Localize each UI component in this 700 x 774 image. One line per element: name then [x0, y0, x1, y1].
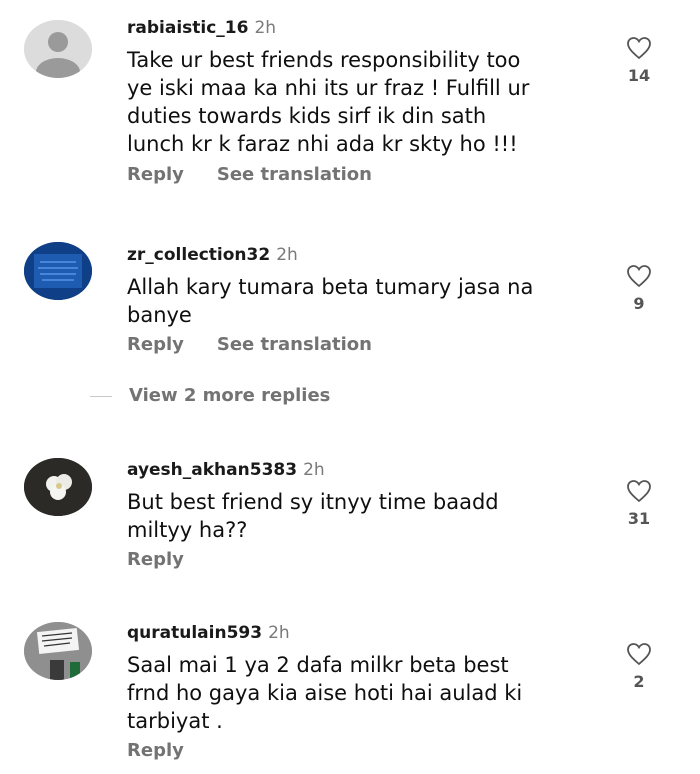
default-avatar-icon — [24, 20, 92, 78]
like-count: 14 — [627, 66, 651, 85]
avatar[interactable] — [24, 242, 92, 300]
like-control: 14 — [620, 36, 658, 85]
view-more-replies[interactable]: View 2 more replies — [90, 385, 490, 407]
calligraphy-avatar-icon — [24, 242, 92, 300]
username-link[interactable]: zr_collection32 — [127, 245, 270, 265]
comment-time: 2h — [276, 245, 298, 265]
comment-username[interactable]: zr_collection32 2h — [127, 245, 298, 265]
comment-text: Allah kary tumara beta tumary jasa na ba… — [127, 275, 534, 327]
reply-button[interactable]: Reply — [127, 740, 184, 761]
flower-avatar-icon — [24, 458, 92, 516]
reply-button[interactable]: Reply — [127, 334, 184, 355]
comment-time: 2h — [268, 623, 290, 643]
heart-outline-icon[interactable] — [626, 264, 652, 288]
like-control: 2 — [620, 642, 658, 691]
comment-actions: Reply See translation — [127, 164, 372, 185]
comment-actions: Reply See translation — [127, 334, 372, 355]
comment-text: Saal mai 1 ya 2 dafa milkr beta best frn… — [127, 653, 523, 733]
heart-outline-icon[interactable] — [626, 479, 652, 503]
view-more-replies-label[interactable]: View 2 more replies — [129, 385, 330, 406]
like-count: 9 — [633, 294, 645, 313]
username-link[interactable]: quratulain593 — [127, 623, 262, 643]
heart-outline-icon[interactable] — [626, 36, 652, 60]
comment-actions: Reply — [127, 740, 184, 761]
comment-username[interactable]: rabiaistic_16 2h — [127, 18, 276, 38]
reply-button[interactable]: Reply — [127, 549, 184, 570]
protest-sign-avatar-icon — [24, 622, 92, 680]
like-count: 31 — [627, 509, 651, 528]
comment-text: Take ur best friends responsibility too … — [127, 48, 530, 156]
see-translation-button[interactable]: See translation — [217, 334, 372, 355]
heart-outline-icon[interactable] — [626, 642, 652, 666]
comment-username[interactable]: ayesh_akhan5383 2h — [127, 460, 325, 480]
username-link[interactable]: rabiaistic_16 — [127, 18, 248, 38]
see-translation-button[interactable]: See translation — [217, 164, 372, 185]
reply-button[interactable]: Reply — [127, 164, 184, 185]
comment-text: But best friend sy itnyy time baadd milt… — [127, 490, 499, 542]
divider-line — [90, 396, 112, 397]
comment-time: 2h — [303, 460, 325, 480]
comment-username[interactable]: quratulain593 2h — [127, 623, 290, 643]
comment-time: 2h — [254, 18, 277, 38]
avatar[interactable] — [24, 458, 92, 516]
like-control: 31 — [620, 479, 658, 528]
like-control: 9 — [620, 264, 658, 313]
like-count: 2 — [633, 672, 645, 691]
avatar[interactable] — [24, 20, 92, 78]
comment-actions: Reply — [127, 549, 184, 570]
username-link[interactable]: ayesh_akhan5383 — [127, 460, 297, 480]
avatar[interactable] — [24, 622, 92, 680]
